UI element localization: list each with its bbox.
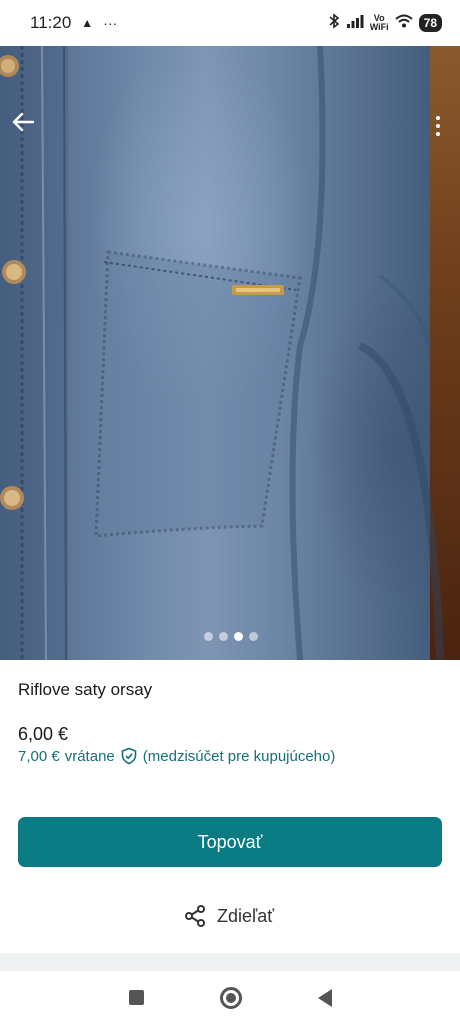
status-time: 11:20 bbox=[30, 13, 72, 32]
home-icon bbox=[225, 992, 236, 1003]
system-back-button[interactable] bbox=[317, 988, 332, 1007]
shield-check-icon bbox=[120, 747, 138, 765]
gallery-dot[interactable] bbox=[219, 632, 228, 641]
back-button[interactable] bbox=[12, 112, 40, 140]
share-label: Zdieľať bbox=[217, 905, 275, 926]
bump-item-button[interactable]: Topovať bbox=[18, 817, 442, 867]
arrow-left-icon bbox=[12, 112, 34, 132]
battery-indicator: 78 bbox=[418, 14, 442, 32]
section-divider bbox=[0, 953, 460, 971]
home-button[interactable] bbox=[219, 986, 242, 1009]
vowifi-indicator: Vo WiFi bbox=[369, 13, 389, 32]
share-icon bbox=[185, 905, 205, 927]
signal-arrow-icon: ▲ bbox=[81, 16, 94, 30]
more-options-button[interactable] bbox=[430, 112, 446, 140]
status-extra: ··· bbox=[103, 15, 118, 31]
item-price: 6,00 € bbox=[18, 724, 69, 744]
wifi-icon bbox=[394, 13, 413, 33]
gallery-dot[interactable] bbox=[249, 632, 258, 641]
status-bar: 11:20 ▲ ··· Vo WiFi 78 bbox=[0, 0, 460, 46]
product-photo[interactable] bbox=[0, 46, 460, 660]
item-title: Riflove saty orsay bbox=[18, 680, 153, 699]
more-vertical-icon bbox=[436, 116, 440, 120]
gallery-page-indicator bbox=[204, 632, 258, 641]
gallery-dot-active[interactable] bbox=[234, 632, 243, 641]
denim-shirt-image bbox=[0, 46, 444, 660]
buyer-price-amount: 7,00 € bbox=[18, 747, 60, 765]
buyer-price-line[interactable]: 7,00 € vrátane (medzisúčet pre kupujúceh… bbox=[18, 747, 335, 765]
cell-signal-icon bbox=[346, 13, 364, 33]
gallery-dot[interactable] bbox=[204, 632, 213, 641]
share-button[interactable]: Zdieľať bbox=[183, 904, 274, 928]
bluetooth-icon bbox=[328, 12, 340, 34]
buyer-price-word: vrátane bbox=[64, 747, 115, 765]
system-navigation-bar bbox=[0, 971, 460, 1024]
buyer-price-note: (medzisúčet pre kupujúceho) bbox=[142, 747, 336, 765]
item-detail-screen: 11:20 ▲ ··· Vo WiFi 78 Riflove saty orsa… bbox=[0, 0, 460, 1024]
recent-apps-button[interactable] bbox=[128, 990, 144, 1005]
